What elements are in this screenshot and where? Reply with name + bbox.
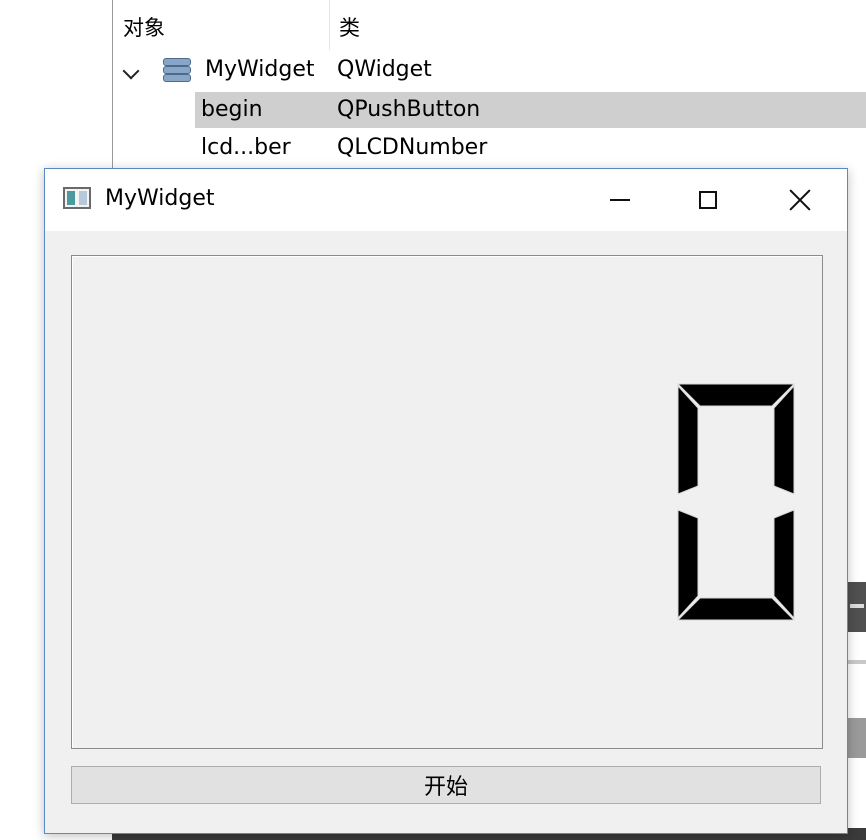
background-panel-edge bbox=[846, 718, 866, 758]
tree-row-mywidget[interactable]: MyWidget QWidget bbox=[113, 52, 866, 90]
lcd-digit bbox=[676, 383, 796, 621]
tree-row-begin[interactable]: begin QPushButton bbox=[113, 92, 866, 130]
background-panel-edge bbox=[846, 660, 866, 664]
mywidget-window: MyWidget 0 开始 bbox=[44, 168, 848, 834]
tree-item-class: QWidget bbox=[337, 57, 432, 82]
tree-row-lcdnumber[interactable]: lcd...ber QLCDNumber bbox=[113, 130, 866, 168]
tree-item-class: QPushButton bbox=[337, 97, 481, 122]
inspector-header: 对象 类 bbox=[113, 0, 866, 50]
tree-item-class: QLCDNumber bbox=[337, 135, 488, 160]
maximize-icon bbox=[699, 191, 717, 209]
minimize-icon bbox=[610, 199, 630, 201]
background-panel-edge bbox=[850, 604, 864, 608]
window-title: MyWidget bbox=[105, 186, 215, 211]
chevron-down-icon[interactable] bbox=[122, 62, 140, 80]
tree-item-name: begin bbox=[201, 97, 263, 122]
close-button[interactable] bbox=[765, 169, 835, 231]
close-icon bbox=[789, 189, 811, 211]
header-object[interactable]: 对象 bbox=[123, 12, 165, 42]
start-button[interactable]: 开始 bbox=[71, 766, 821, 804]
lcd-number-display: 0 bbox=[71, 255, 823, 749]
tree-item-name: lcd...ber bbox=[201, 135, 291, 160]
app-window-icon bbox=[63, 187, 91, 209]
header-divider[interactable] bbox=[329, 0, 330, 50]
selection-highlight bbox=[195, 92, 866, 128]
tree-item-name: MyWidget bbox=[205, 57, 315, 82]
title-bar[interactable]: MyWidget bbox=[45, 169, 847, 231]
maximize-button[interactable] bbox=[673, 169, 743, 231]
header-class[interactable]: 类 bbox=[339, 12, 360, 42]
object-stack-icon bbox=[163, 57, 191, 83]
minimize-button[interactable] bbox=[585, 169, 655, 231]
